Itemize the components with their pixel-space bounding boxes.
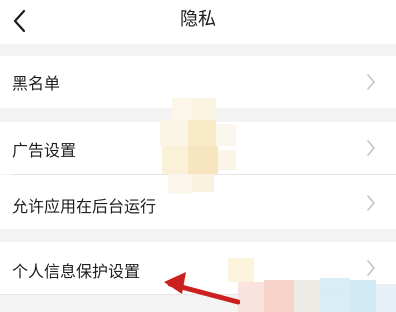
- chevron-right-icon: [366, 73, 376, 91]
- pixelated-watermark: [188, 120, 216, 146]
- navigation-bar: 隐私: [0, 0, 396, 44]
- pixelated-watermark: [376, 284, 396, 312]
- pixelated-watermark: [294, 280, 320, 312]
- pixelated-watermark: [264, 280, 294, 312]
- pixelated-watermark: [350, 280, 376, 312]
- pixelated-watermark: [192, 174, 214, 192]
- page-title: 隐私: [180, 9, 216, 30]
- pixelated-watermark: [216, 124, 236, 146]
- settings-row-label: 广告设置: [12, 141, 77, 160]
- settings-row-label: 个人信息保护设置: [12, 262, 141, 281]
- annotation-arrow-icon: [164, 272, 240, 305]
- pixelated-watermark: [168, 174, 192, 194]
- pixelated-watermark: [238, 282, 264, 312]
- chevron-right-icon: [366, 194, 376, 212]
- privacy-settings-screen: 隐私 黑名单 广告设置 允许应用在后台运行 个人信息保护设置: [0, 0, 396, 312]
- chevron-right-icon: [366, 259, 376, 277]
- pixelated-watermark: [218, 150, 236, 170]
- settings-row-label: 允许应用在后台运行: [12, 197, 157, 216]
- pixelated-watermark: [188, 146, 218, 174]
- pixelated-watermark: [192, 98, 216, 120]
- pixelated-watermark: [172, 98, 192, 120]
- pixelated-watermark: [162, 146, 188, 174]
- pixelated-watermark: [160, 120, 188, 146]
- chevron-right-icon: [366, 139, 376, 157]
- pixelated-watermark: [320, 278, 350, 312]
- settings-row-label: 黑名单: [12, 74, 61, 93]
